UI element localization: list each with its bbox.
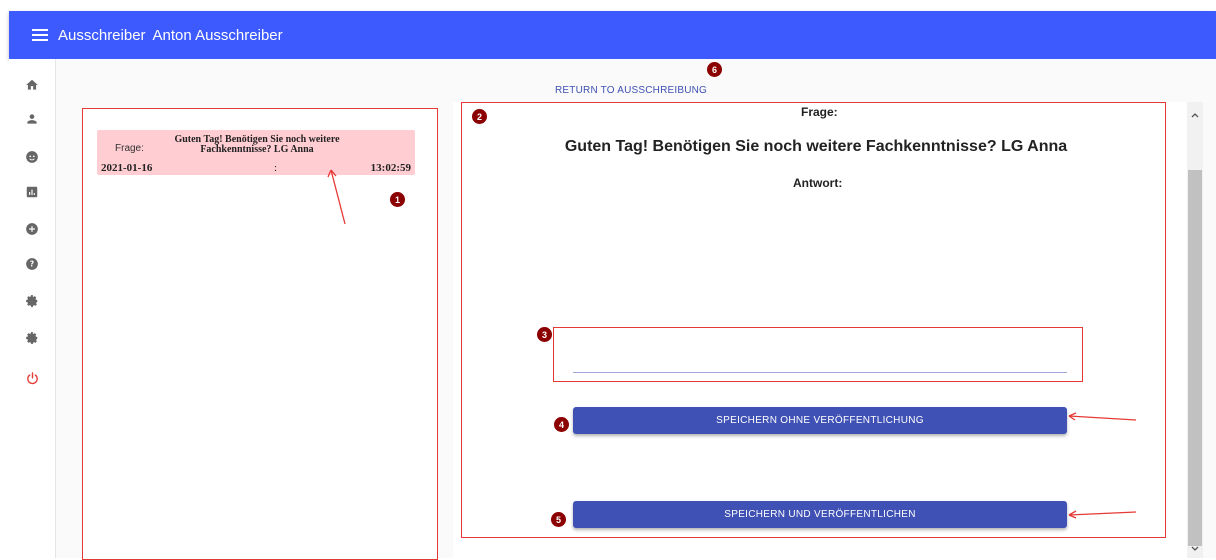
help-icon[interactable]: ?	[23, 255, 41, 273]
annotation-badge-1: 1	[390, 192, 405, 207]
annotation-box-1	[82, 108, 438, 560]
user-name: Anton Ausschreiber	[152, 26, 283, 44]
annotation-badge-3: 3	[537, 327, 552, 342]
chevron-up-icon[interactable]	[1187, 108, 1203, 122]
annotation-badge-4: 4	[554, 417, 569, 432]
annotation-badge-6: 6	[707, 62, 722, 77]
settings-icon[interactable]	[23, 329, 41, 347]
svg-text:?: ?	[30, 260, 34, 269]
return-link[interactable]: RETURN TO AUSSCHREIBUNG	[555, 85, 707, 96]
add-circle-icon[interactable]	[23, 220, 41, 238]
person-icon[interactable]	[23, 110, 41, 128]
power-icon[interactable]	[23, 369, 41, 387]
annotation-badge-5: 5	[551, 512, 566, 527]
annotation-box-3	[553, 327, 1083, 382]
home-icon[interactable]	[23, 76, 41, 94]
chart-icon[interactable]	[23, 183, 41, 201]
scrollbar-thumb[interactable]	[1188, 170, 1202, 546]
app-title: Ausschreiber	[58, 26, 146, 44]
settings-icon[interactable]	[23, 292, 41, 310]
chevron-down-icon[interactable]	[1187, 542, 1203, 556]
annotation-badge-2: 2	[472, 109, 487, 124]
face-icon[interactable]	[23, 148, 41, 166]
sidebar: ?	[9, 59, 56, 558]
scrollbar[interactable]	[1187, 102, 1203, 558]
menu-icon[interactable]	[32, 29, 48, 41]
annotation-box-2	[461, 102, 1166, 538]
app-bar: Ausschreiber Anton Ausschreiber	[9, 11, 1216, 59]
